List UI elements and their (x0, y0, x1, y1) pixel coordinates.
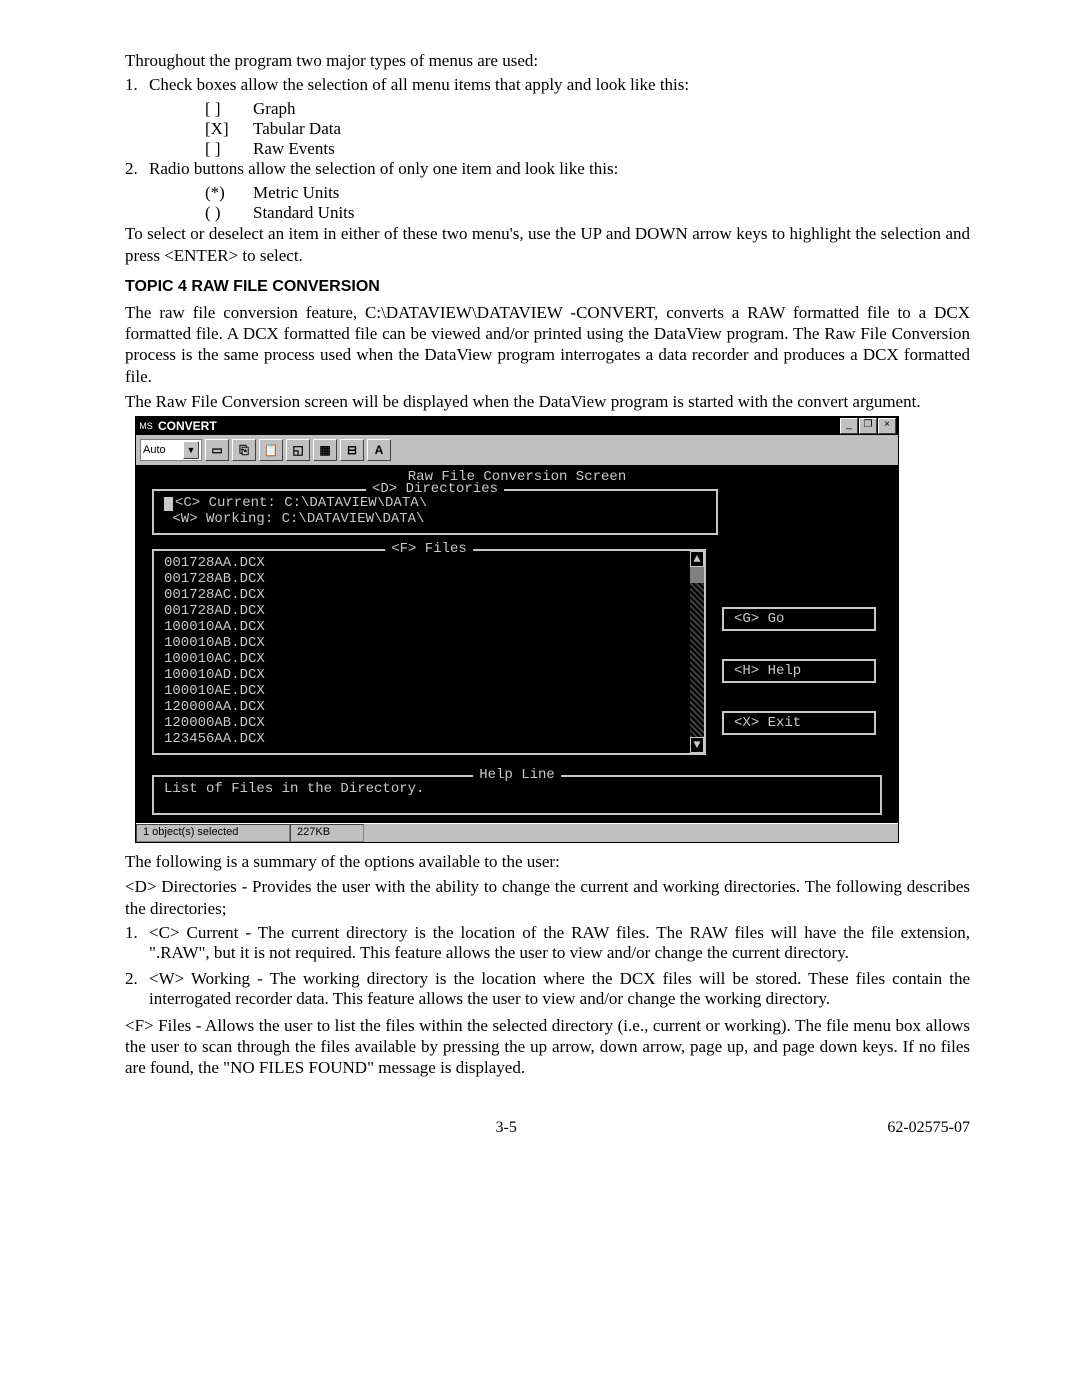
minimize-button[interactable]: _ (840, 418, 858, 434)
page-number: 3-5 (125, 1119, 887, 1137)
exit-button[interactable]: <X> Exit (722, 711, 876, 735)
doc-number: 62-02575-07 (887, 1119, 970, 1137)
copy-icon[interactable]: ⎘ (232, 439, 256, 461)
radio-standard: ( )Standard Units (205, 203, 970, 223)
help-line-box: Help Line List of Files in the Directory… (152, 775, 882, 815)
title-bar: MS CONVERT _ ❐ × (136, 417, 898, 435)
list-item[interactable]: 123456AA.DCX (164, 731, 686, 747)
list-item[interactable]: 001728AC.DCX (164, 587, 686, 603)
scroll-thumb[interactable] (690, 567, 704, 583)
close-button[interactable]: × (878, 418, 896, 434)
list-item[interactable]: 100010AB.DCX (164, 635, 686, 651)
checkbox-raw-events: [ ]Raw Events (205, 139, 970, 159)
toolbar-button[interactable]: ▭ (205, 439, 229, 461)
scroll-track[interactable] (690, 583, 704, 737)
scroll-up-icon[interactable]: ▲ (690, 551, 704, 567)
files-legend: <F> Files (385, 541, 473, 557)
opt-working: <W> Working - The working directory is t… (149, 969, 970, 1009)
combo-value: Auto (143, 444, 166, 456)
list-item[interactable]: 100010AA.DCX (164, 619, 686, 635)
list-number: 1. (125, 75, 149, 95)
checkbox-tabular: [X]Tabular Data (205, 119, 970, 139)
intro-text: Throughout the program two major types o… (125, 50, 970, 71)
current-dir[interactable]: <C> Current: C:\DATAVIEW\DATA\ (164, 495, 706, 511)
paste-icon[interactable]: 📋 (259, 439, 283, 461)
list-item-1: Check boxes allow the selection of all m… (149, 75, 689, 95)
topic-heading: TOPIC 4 RAW FILE CONVERSION (125, 278, 970, 296)
help-button[interactable]: <H> Help (722, 659, 876, 683)
toolbar-button[interactable]: ▦ (313, 439, 337, 461)
directories-box[interactable]: <D> Directories <C> Current: C:\DATAVIEW… (152, 489, 718, 535)
list-item[interactable]: 001728AA.DCX (164, 555, 686, 571)
list-item[interactable]: 100010AE.DCX (164, 683, 686, 699)
status-size: 227KB (290, 824, 364, 842)
list-item[interactable]: 100010AD.DCX (164, 667, 686, 683)
status-bar: 1 object(s) selected 227KB (136, 823, 898, 842)
list-number: 2. (125, 969, 149, 1009)
font-button[interactable]: A (367, 439, 391, 461)
list-item[interactable]: 001728AB.DCX (164, 571, 686, 587)
files-box[interactable]: <F> Files 001728AA.DCX 001728AB.DCX 0017… (152, 549, 706, 755)
list-number: 2. (125, 159, 149, 179)
cursor-icon (164, 497, 173, 511)
file-list[interactable]: 001728AA.DCX 001728AB.DCX 001728AC.DCX 0… (164, 555, 686, 747)
toolbar-button[interactable]: ◱ (286, 439, 310, 461)
maximize-button[interactable]: ❐ (859, 418, 877, 434)
list-item-2: Radio buttons allow the selection of onl… (149, 159, 618, 179)
directories-legend: <D> Directories (366, 481, 504, 497)
window-title: CONVERT (158, 419, 839, 433)
go-button[interactable]: <G> Go (722, 607, 876, 631)
opt-files: <F> Files - Allows the user to list the … (125, 1015, 970, 1079)
checkbox-graph: [ ]Graph (205, 99, 970, 119)
list-number: 1. (125, 923, 149, 963)
help-line-legend: Help Line (473, 767, 561, 783)
opt-directories: <D> Directories - Provides the user with… (125, 876, 970, 919)
list-item[interactable]: 120000AB.DCX (164, 715, 686, 731)
dos-screen: Raw File Conversion Screen <D> Directori… (136, 465, 898, 823)
radio-metric: (*)Metric Units (205, 183, 970, 203)
list-item[interactable]: 100010AC.DCX (164, 651, 686, 667)
chevron-down-icon[interactable]: ▼ (183, 441, 199, 459)
app-icon: MS (138, 419, 154, 433)
status-blank (364, 824, 898, 842)
list-item[interactable]: 120000AA.DCX (164, 699, 686, 715)
raw-para-1: The raw file conversion feature, C:\DATA… (125, 302, 970, 387)
opt-current: <C> Current - The current directory is t… (149, 923, 970, 963)
help-line-text: List of Files in the Directory. (164, 781, 870, 797)
screen-title: Raw File Conversion Screen (136, 469, 898, 485)
select-instructions: To select or deselect an item in either … (125, 223, 970, 266)
summary-intro: The following is a summary of the option… (125, 851, 970, 872)
status-objects: 1 object(s) selected (136, 824, 290, 842)
convert-window: MS CONVERT _ ❐ × Auto ▼ ▭ ⎘ 📋 ◱ ▦ ⊟ A Ra… (135, 416, 899, 843)
toolbar: Auto ▼ ▭ ⎘ 📋 ◱ ▦ ⊟ A (136, 435, 898, 465)
toolbar-button[interactable]: ⊟ (340, 439, 364, 461)
list-item[interactable]: 001728AD.DCX (164, 603, 686, 619)
raw-para-2: The Raw File Conversion screen will be d… (125, 391, 970, 412)
scrollbar[interactable]: ▲ ▼ (690, 551, 704, 753)
font-size-combo[interactable]: Auto ▼ (140, 439, 202, 461)
scroll-down-icon[interactable]: ▼ (690, 737, 704, 753)
working-dir[interactable]: <W> Working: C:\DATAVIEW\DATA\ (164, 511, 706, 527)
